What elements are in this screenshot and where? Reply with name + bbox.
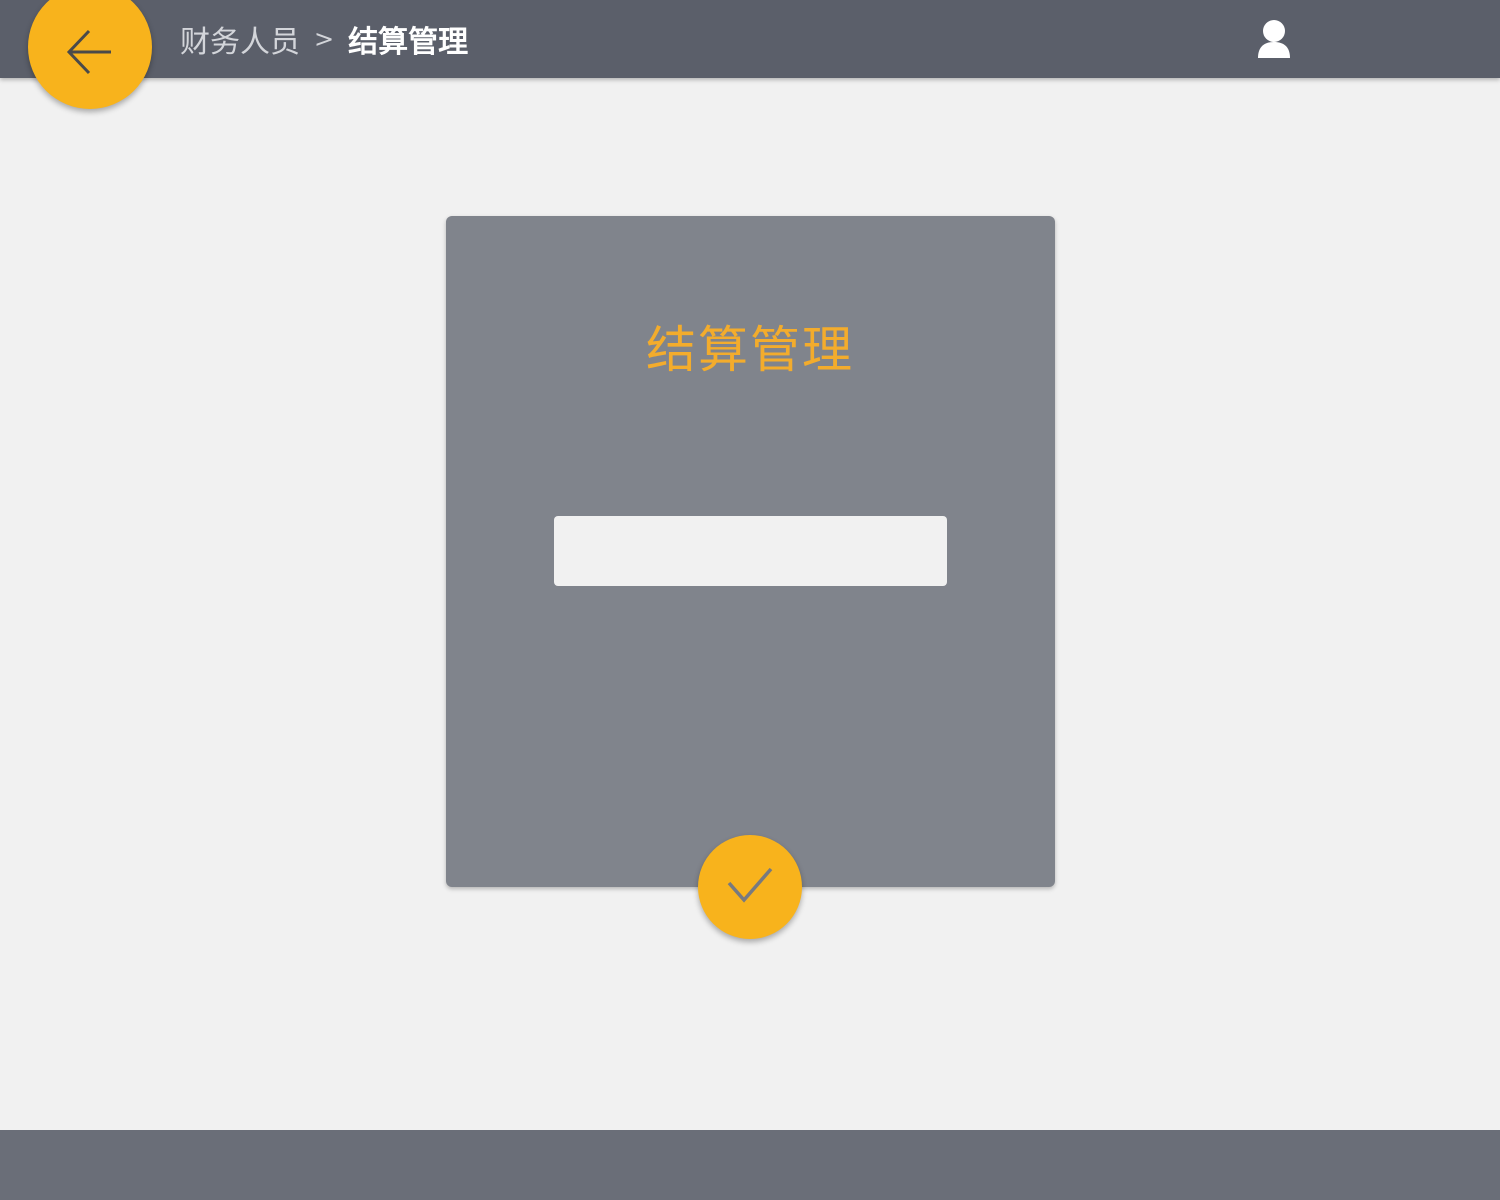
settlement-input[interactable] <box>554 516 947 586</box>
footer-bar <box>0 1130 1500 1200</box>
breadcrumb: 财务人员 > 结算管理 <box>180 0 468 78</box>
breadcrumb-separator: > <box>314 25 335 53</box>
breadcrumb-current: 结算管理 <box>348 25 469 60</box>
user-icon <box>1254 20 1294 64</box>
user-account-button[interactable] <box>1254 18 1294 60</box>
check-icon <box>726 865 774 909</box>
breadcrumb-parent-link[interactable]: 财务人员 <box>180 17 300 61</box>
card-title: 结算管理 <box>646 321 854 379</box>
back-button[interactable] <box>28 0 152 109</box>
arrow-left-icon <box>65 13 115 81</box>
confirm-button[interactable] <box>698 835 802 939</box>
